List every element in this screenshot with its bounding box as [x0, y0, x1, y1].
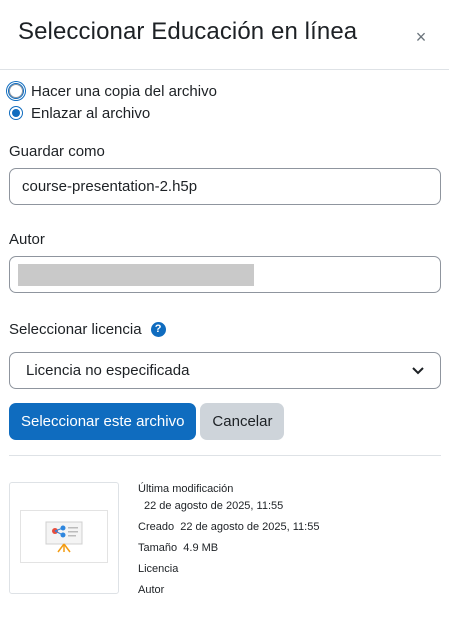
modified-label: Última modificación [138, 483, 234, 495]
save-as-input[interactable]: course-presentation-2.h5p [9, 168, 441, 205]
cancel-button[interactable]: Cancelar [200, 403, 285, 440]
created-label: Creado [138, 521, 175, 533]
size-row: Tamaño 4.9 MB [138, 543, 319, 554]
dialog-header: Seleccionar Educación en línea × [0, 0, 449, 70]
action-buttons: Seleccionar este archivo Cancelar [9, 403, 440, 440]
license-label: Seleccionar licencia [9, 320, 142, 338]
size-label: Tamaño [138, 542, 178, 554]
license-info-label: Licencia [138, 563, 179, 575]
license-select[interactable]: Licencia no especificada [9, 352, 441, 389]
author-label: Autor [9, 230, 45, 248]
select-file-button[interactable]: Seleccionar este archivo [9, 403, 197, 440]
divider [9, 455, 441, 456]
link-label: Enlazar al archivo [31, 104, 151, 122]
size-value: 4.9 MB [183, 542, 219, 554]
file-meta: Última modificación 22 de agosto de 2025… [138, 482, 319, 596]
created-row: Creado 22 de agosto de 2025, 11:55 [138, 522, 319, 533]
created-value: 22 de agosto de 2025, 11:55 [180, 521, 320, 533]
file-details: Última modificación 22 de agosto de 2025… [9, 482, 440, 596]
author-info-label: Autor [138, 584, 165, 596]
option-copy[interactable]: Hacer una copia del archivo [8, 80, 440, 102]
save-as-label: Guardar como [9, 142, 105, 160]
modified-value: 22 de agosto de 2025, 11:55 [144, 500, 284, 512]
copy-label: Hacer una copia del archivo [31, 82, 217, 100]
close-icon[interactable]: × [411, 27, 431, 48]
license-label-row: Seleccionar licencia ? [9, 318, 440, 340]
author-value-redacted [18, 263, 254, 286]
file-thumbnail [9, 482, 119, 594]
save-as-value: course-presentation-2.h5p [22, 178, 198, 195]
presentation-icon [20, 510, 108, 563]
license-selected: Licencia no especificada [26, 362, 190, 379]
chevron-down-icon [412, 363, 424, 378]
option-link[interactable]: Enlazar al archivo [9, 102, 440, 124]
author-input[interactable] [9, 256, 441, 293]
copy-radio[interactable] [8, 83, 24, 99]
dialog-title: Seleccionar Educación en línea [18, 17, 358, 45]
dialog-body: Hacer una copia del archivo Enlazar al a… [0, 70, 449, 596]
help-icon[interactable]: ? [150, 321, 166, 337]
link-radio[interactable] [9, 106, 23, 120]
